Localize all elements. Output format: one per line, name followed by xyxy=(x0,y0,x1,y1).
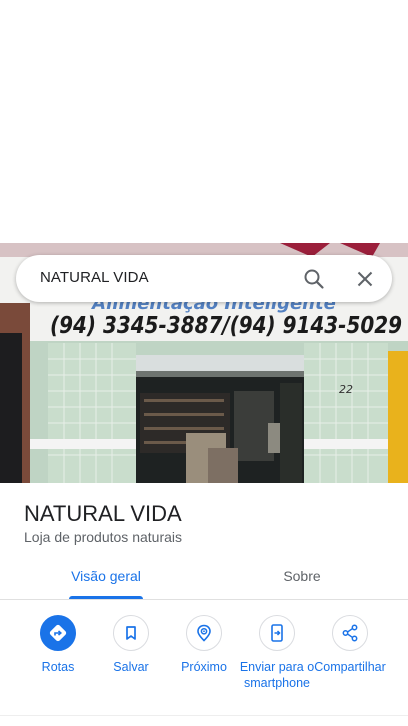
directions-label: Rotas xyxy=(41,660,75,674)
search-icon[interactable] xyxy=(302,267,326,291)
send-to-phone-label: Enviar para o smartphone xyxy=(239,660,315,690)
nearby-button[interactable]: Próximo xyxy=(166,615,242,675)
divider xyxy=(0,715,408,716)
save-button[interactable]: Salvar xyxy=(93,615,169,675)
directions-icon xyxy=(40,615,76,651)
directions-button[interactable]: Rotas xyxy=(20,615,96,675)
street-number: 22 xyxy=(339,383,353,396)
tab-bar: Visão geral Sobre xyxy=(0,556,408,600)
tab-selected-indicator xyxy=(69,596,143,599)
share-icon xyxy=(332,615,368,651)
action-bar: Rotas Salvar Próximo Enviar para o smart… xyxy=(0,615,408,715)
send-to-phone-button[interactable]: Enviar para o smartphone xyxy=(239,615,315,691)
place-category: Loja de produtos naturais xyxy=(24,529,182,545)
search-bar[interactable]: NATURAL VIDA xyxy=(16,255,392,302)
tab-overview[interactable]: Visão geral xyxy=(48,556,164,600)
close-icon[interactable] xyxy=(353,267,377,291)
send-to-phone-icon xyxy=(259,615,295,651)
tab-about[interactable]: Sobre xyxy=(244,556,360,600)
map-area-blank xyxy=(0,0,408,243)
bookmark-icon xyxy=(113,615,149,651)
share-button[interactable]: Compartilhar xyxy=(312,615,388,675)
sign-phone-text: (94) 3345-3887/(94) 9143-5029 xyxy=(50,313,402,339)
place-title: NATURAL VIDA xyxy=(24,501,182,526)
search-query[interactable]: NATURAL VIDA xyxy=(40,269,149,286)
share-label: Compartilhar xyxy=(314,660,386,674)
nearby-icon xyxy=(186,615,222,651)
save-label: Salvar xyxy=(113,660,149,674)
nearby-label: Próximo xyxy=(181,660,227,674)
